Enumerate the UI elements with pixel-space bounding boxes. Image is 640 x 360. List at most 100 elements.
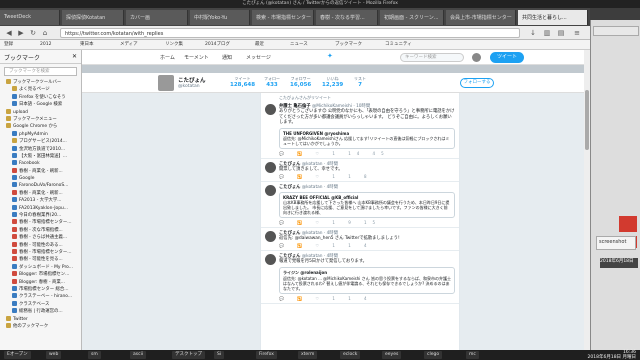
sidebar-item[interactable]: ブログサービス(2014... <box>0 138 81 145</box>
tweet-actions[interactable]: 💬 🔁 ♡ 1 1 4 <box>279 296 455 301</box>
close-icon[interactable]: ✕ <box>72 53 77 60</box>
sidebar-item[interactable]: FaronoDuVo/FaronoS... <box>0 182 81 189</box>
sidebar-item[interactable]: 他のブックマーク <box>0 322 81 330</box>
taskbar-item[interactable]: ascii <box>130 351 147 359</box>
bookmark-item[interactable]: 東日本 <box>80 41 94 49</box>
tweet-actions[interactable]: 💬 🔁 ♡ 1 14 45 <box>279 151 455 156</box>
tweet-avatar[interactable] <box>265 253 276 265</box>
tab-2[interactable]: カバー画 <box>126 10 188 25</box>
stat-followers[interactable]: フォロワー 16,056 <box>290 76 311 88</box>
tweet-avatar[interactable] <box>265 231 276 243</box>
quoted-tweet[interactable]: THE UNFORGIVEN @ryoshima 返信先: @MichikoKam… <box>279 127 455 150</box>
taskbar-item[interactable]: Firefox <box>256 351 277 359</box>
taskbar-item[interactable]: mc <box>466 351 479 359</box>
taskbar-item[interactable]: eeyes <box>382 351 402 359</box>
taskbar-item[interactable]: sm <box>88 351 101 359</box>
sidebar-item[interactable]: ブックマークメニュー <box>0 115 81 123</box>
reload-icon[interactable]: ↻ <box>28 28 38 38</box>
bookmark-item[interactable]: 2014ブログ <box>205 41 230 49</box>
tab-6[interactable]: 初期画面 - スクリーン... <box>380 10 444 25</box>
quoted-tweet[interactable]: KRAZY BEE OFFICIAL @KB_official 山本KB事務所を応… <box>279 191 455 219</box>
sidebar-item[interactable]: Facebook <box>0 160 81 167</box>
nav-home[interactable]: ホーム <box>160 54 175 61</box>
tab-8[interactable]: 共同生活と暮らし... <box>518 10 588 25</box>
background-window[interactable] <box>590 20 640 350</box>
sidebar-item[interactable]: 春樹 - 商業化 - 刷新... <box>0 167 81 175</box>
sidebar-item[interactable]: Blogger: 市場指標セン... <box>0 271 81 278</box>
profile-name[interactable]: こたぴょん <box>178 76 206 84</box>
sidebar-item[interactable]: よく見るページ <box>0 86 81 93</box>
nav-moments[interactable]: モーメント <box>184 54 209 61</box>
bookmark-item[interactable]: 最近 <box>255 41 264 49</box>
tweet-actions[interactable]: 💬 🔁 ♡ 1 1 8 <box>279 174 455 179</box>
tab-7[interactable]: 会員上市-市場指標センター <box>446 10 516 25</box>
tweet-avatar[interactable] <box>265 104 276 115</box>
nav-messages[interactable]: メッセージ <box>246 54 271 61</box>
tweet[interactable]: 弁護士 亀石倫子 @MichikoKameishi · 10時間 ありがとうござい… <box>261 101 459 160</box>
tweet-time[interactable]: 4時間 <box>327 185 338 190</box>
stat-lists[interactable]: リスト 7 <box>354 76 366 88</box>
taskbar-clock[interactable]: 16:36 2018年6月18日 月曜日 <box>588 350 636 360</box>
quoted-tweet[interactable]: ライジン @rolenaijon 返信先: @kotatan ... @Michi… <box>279 266 455 295</box>
url-input[interactable]: https://twitter.com/kotatan/with_replies <box>60 28 520 38</box>
bookmark-item[interactable]: コミュニティ <box>385 41 412 49</box>
sidebar-search-input[interactable]: ブックマークを検索 <box>4 67 77 76</box>
sidebar-item[interactable]: Firefox を使いこなそう <box>0 93 81 101</box>
taskbar-item[interactable]: Si <box>214 351 225 359</box>
taskbar-item[interactable]: xterm <box>298 351 318 359</box>
tweet-actions[interactable]: 💬 🔁 ♡ 1 9 15 <box>279 220 455 225</box>
bookmark-item[interactable]: ニュース <box>290 41 308 49</box>
sidebar-item[interactable]: Blogger: 春樹 - 商業... <box>0 278 81 286</box>
tweet-actions[interactable]: 💬 🔁 ♡ 1 1 4 <box>279 243 455 248</box>
menu-icon[interactable]: ≡ <box>572 28 582 38</box>
sidebar-item[interactable]: 春樹 - さらば共通主義... <box>0 234 81 241</box>
page-scrollbar[interactable] <box>584 50 590 350</box>
sidebar-item[interactable]: FA2013 - 大学大学... <box>0 197 81 204</box>
bookmark-item[interactable]: 2012 <box>40 41 51 49</box>
sidebar-item[interactable]: 金沢地方鉄道で2010... <box>0 145 81 153</box>
taskbar-item[interactable]: Eオープン <box>4 351 31 359</box>
tab-5[interactable]: 春樹 - 次なる学習... <box>316 10 378 25</box>
sidebar-item[interactable]: 春樹 - 商業化 - 刷新... <box>0 189 81 197</box>
back-icon[interactable]: ◀ <box>4 28 14 38</box>
sidebar-item[interactable]: 春樹 - 可能性を見る... <box>0 256 81 263</box>
stat-likes[interactable]: いいね 12,239 <box>322 76 343 88</box>
bookmark-item[interactable]: メディア <box>120 41 138 49</box>
sidebar-item[interactable]: 日本語 - Google 検索 <box>0 101 81 108</box>
sidebar-item[interactable]: Twitter <box>0 315 81 323</box>
stat-following[interactable]: フォロー 433 <box>264 76 280 88</box>
taskbar-item[interactable]: eclock <box>340 351 361 359</box>
tab-3[interactable]: 中村駅Yoko-Yu <box>190 10 250 25</box>
taskbar-item[interactable]: clego <box>424 351 443 359</box>
tweet-button[interactable]: ツイート <box>490 52 524 63</box>
sidebar-item[interactable]: 【大阪・富田林発送】... <box>0 152 81 160</box>
follow-button[interactable]: フォローする <box>460 78 494 88</box>
sidebar-item[interactable]: 市場指標センター 総合... <box>0 285 81 293</box>
taskbar-item[interactable]: web <box>46 351 62 359</box>
tweet[interactable]: こたぴょん @kotatan · 4時間 KRAZY BEE OFFICIAL @… <box>261 182 459 229</box>
tweet[interactable]: こたぴょん @kotatan · 4時間 報道で党報を月5日かけて発信しております… <box>261 251 459 305</box>
sidebar-item[interactable]: 春樹 - 市場指標センター... <box>0 219 81 226</box>
download-icon[interactable]: ↓ <box>528 28 538 38</box>
sidebar-item[interactable]: Google <box>0 175 81 182</box>
forward-icon[interactable]: ▶ <box>16 28 26 38</box>
sidebar-item[interactable]: Google Chrome から <box>0 123 81 130</box>
sidebar-item[interactable]: phpMyAdmin <box>0 130 81 138</box>
profile-avatar[interactable] <box>158 75 174 91</box>
sidebar-item[interactable]: クラステベース <box>0 300 81 308</box>
sidebar-item[interactable]: 今日の春樹業界(20... <box>0 212 81 219</box>
twitter-bird-icon[interactable]: ✦ <box>327 52 333 60</box>
home-icon[interactable]: ⌂ <box>40 28 50 38</box>
bookmark-item[interactable]: リンク集 <box>165 41 183 49</box>
twitter-search-input[interactable]: キーワード検索 <box>400 53 464 62</box>
tab-4[interactable]: 検索 - 市場指標センター <box>252 10 314 25</box>
sidebar-toggle-icon[interactable]: ▤ <box>556 28 566 38</box>
sidebar-item[interactable]: FA2013Kyaklon-Jopu... <box>0 204 81 212</box>
sidebar-title[interactable]: ブックマーク <box>4 53 40 62</box>
bookmark-item[interactable]: 登録 <box>4 41 13 49</box>
stat-tweets[interactable]: ツイート 128,648 <box>230 76 255 88</box>
sidebar-item[interactable]: upload <box>0 108 81 116</box>
sidebar-item[interactable]: ダッシュボード - My Pro... <box>0 263 81 271</box>
tweet-avatar[interactable] <box>265 184 276 196</box>
bookmark-item[interactable]: ブックマーク <box>335 41 362 49</box>
